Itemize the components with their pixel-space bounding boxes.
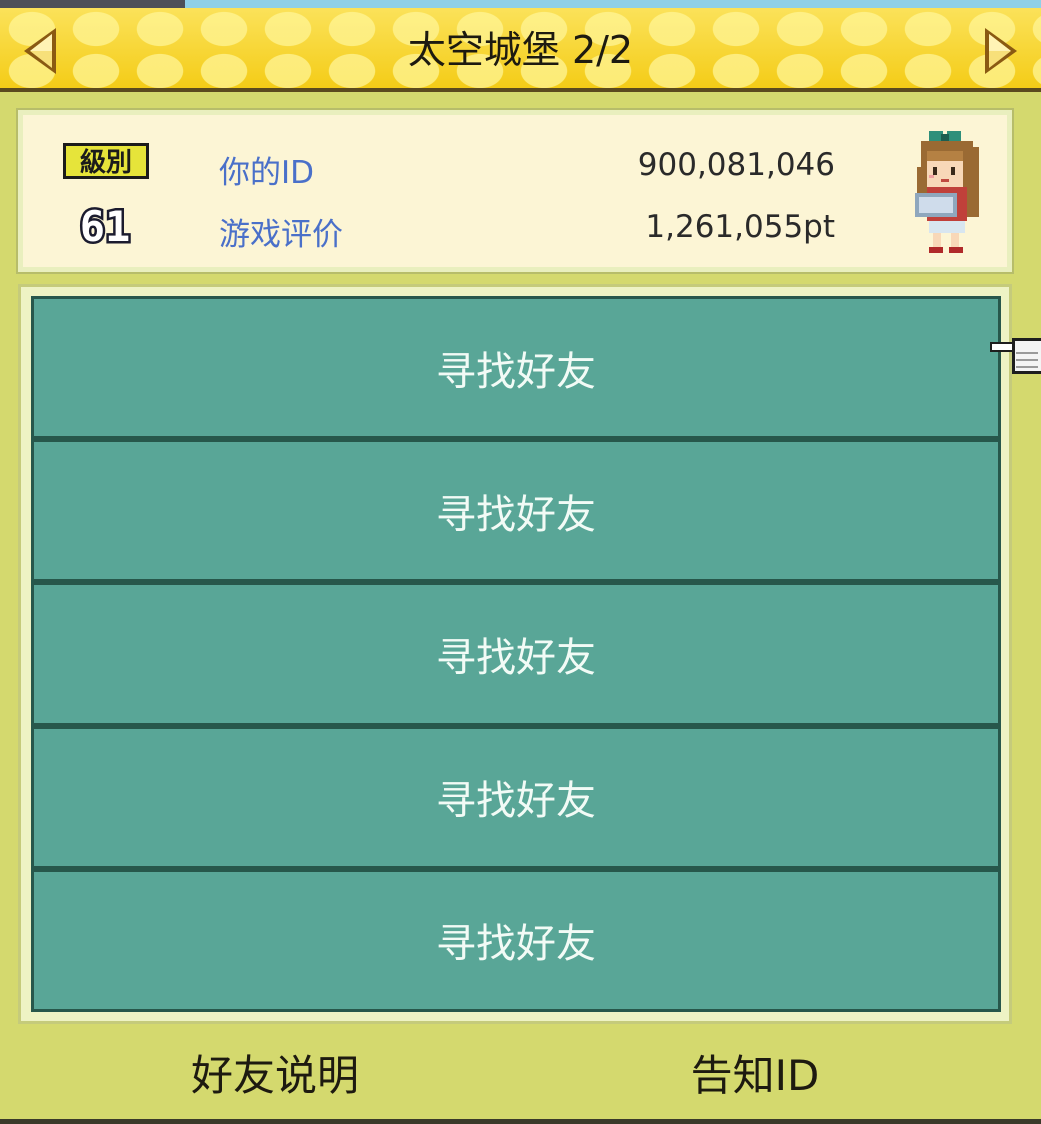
level-badge-icon: 級別: [63, 143, 149, 179]
share-id-button[interactable]: 告知ID: [640, 1046, 870, 1106]
player-level: 61: [67, 200, 143, 254]
find-friend-slot-4[interactable]: 寻找好友: [34, 728, 998, 866]
top-strip: [0, 0, 1041, 8]
find-friend-slot-2[interactable]: 寻找好友: [34, 442, 998, 580]
svg-text:級別: 級別: [80, 147, 132, 178]
friend-list-panel: 寻找好友 寻找好友 寻找好友 寻找好友 寻找好友: [18, 284, 1012, 1024]
find-friend-slot-1[interactable]: 寻找好友: [34, 299, 998, 437]
next-page-button[interactable]: [979, 24, 1023, 78]
header-bar: 太空城堡 2/2: [0, 8, 1041, 92]
page-title: 太空城堡 2/2: [407, 28, 634, 72]
player-avatar-icon: [913, 127, 985, 261]
pointing-hand-icon: [986, 328, 1041, 382]
top-strip-dark: [0, 0, 185, 8]
friend-slot-list: 寻找好友 寻找好友 寻找好友 寻找好友 寻找好友: [31, 296, 1001, 1012]
player-id-label: 你的ID: [219, 155, 315, 191]
game-rating-label: 游戏评价: [219, 217, 343, 253]
game-rating-value: 1,261,055pt: [645, 209, 835, 245]
find-friend-slot-5[interactable]: 寻找好友: [34, 871, 998, 1010]
chevron-right-icon: [985, 28, 1017, 74]
bottom-edge: [0, 1119, 1041, 1124]
friends-screen: 太空城堡 2/2 級別 61 你的ID 900,081,046 游戏评价 1,2…: [0, 0, 1041, 1124]
player-id-value: 900,081,046: [637, 147, 835, 183]
player-info-panel: 級別 61 你的ID 900,081,046 游戏评价 1,261,055pt: [16, 108, 1014, 274]
player-level-value: 61: [80, 203, 131, 249]
level-badge: 級別: [63, 143, 149, 183]
find-friend-slot-3[interactable]: 寻找好友: [34, 585, 998, 723]
friend-help-button[interactable]: 好友说明: [150, 1046, 400, 1106]
